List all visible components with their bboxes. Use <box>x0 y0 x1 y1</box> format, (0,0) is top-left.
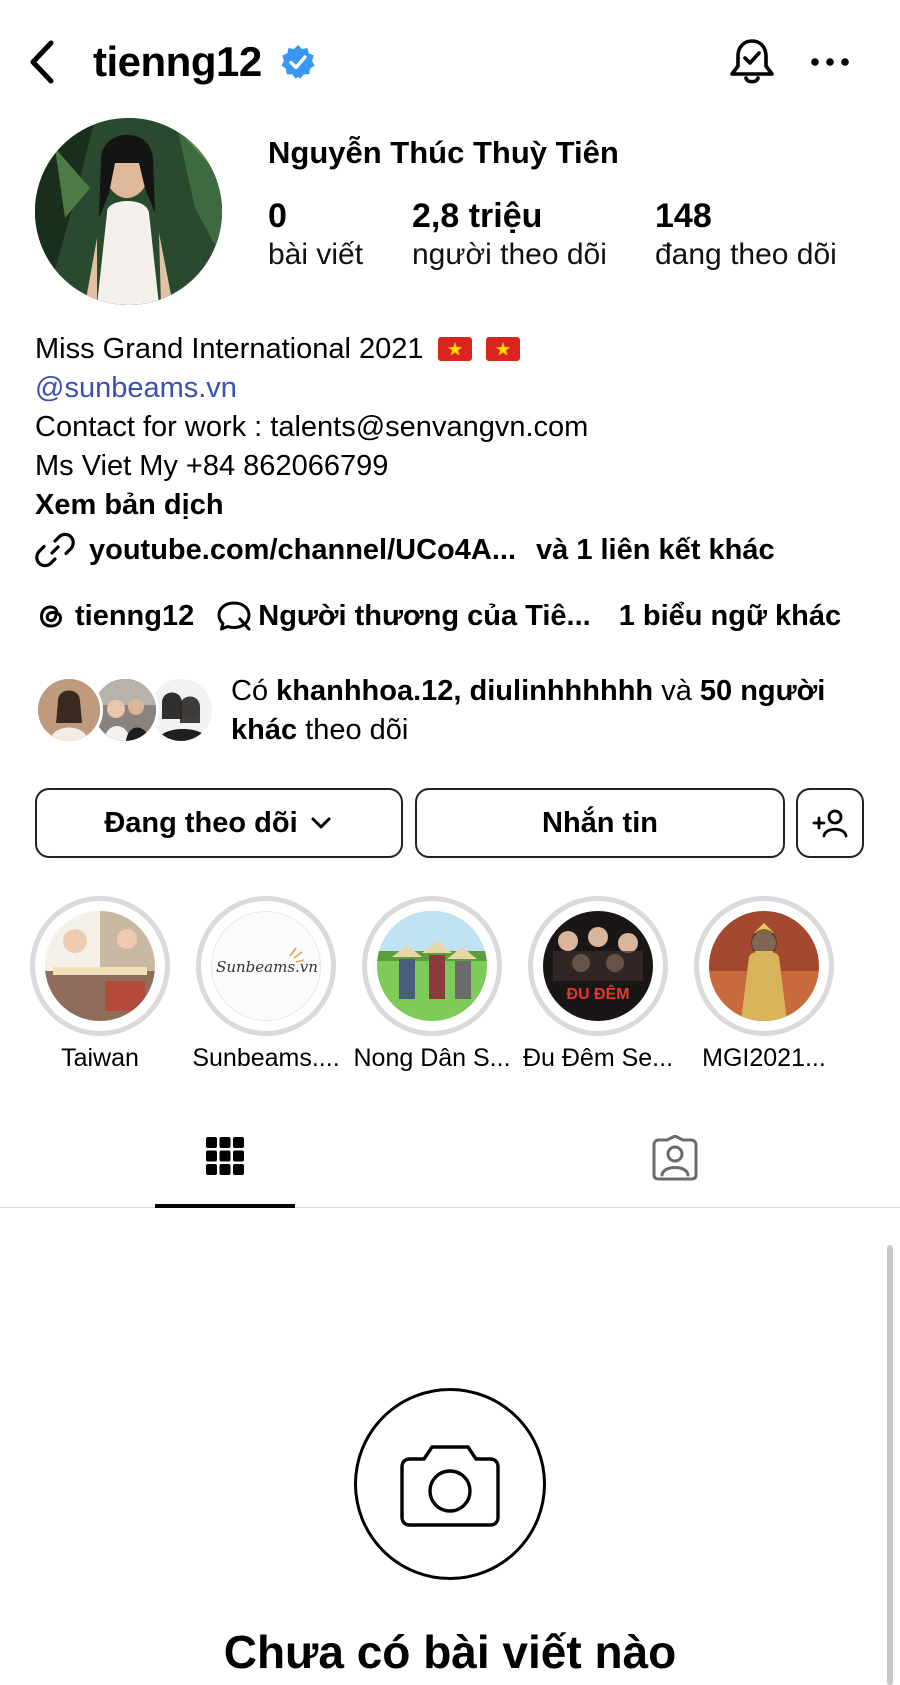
bio-phone-line: Ms Viet My +84 862066799 <box>35 450 389 482</box>
mutual-others[interactable]: khác <box>231 714 297 746</box>
stat-followers[interactable]: 2,8 triệu người theo dõi <box>412 196 607 274</box>
avatar-photo <box>35 118 222 305</box>
bio-mention-link[interactable]: @sunbeams.vn <box>35 369 875 408</box>
camera-icon <box>400 1445 500 1527</box>
stat-followers-value: 2,8 triệu <box>412 197 543 235</box>
story-highlights: Taiwan Sunbeams.vn Sunbeams.... Nong Dân… <box>0 896 900 1076</box>
highlight-ring: Sunbeams.vn <box>196 896 336 1036</box>
chat-bubble-icon <box>217 601 251 631</box>
more-dots-icon <box>811 58 849 66</box>
profile-full-name: Nguyễn Thúc Thuỳ Tiên <box>268 135 619 170</box>
chevron-down-icon <box>311 817 331 829</box>
highlight-cover <box>45 911 155 1021</box>
external-link-url[interactable]: youtube.com/channel/UCo4A... <box>89 530 516 570</box>
highlight-ring <box>30 896 170 1036</box>
profile-tabs <box>0 1108 900 1208</box>
chevron-left-icon <box>30 40 54 84</box>
bio-contact-line: Contact for work : talents@senvangvn.com <box>35 411 589 443</box>
followed-and: và <box>661 675 692 707</box>
highlight-cover <box>709 911 819 1021</box>
following-button[interactable]: Đang theo dõi <box>35 788 403 858</box>
tagged-person-icon <box>652 1135 698 1181</box>
message-button-label: Nhắn tin <box>542 806 658 839</box>
vietnam-flag-icon <box>485 337 520 361</box>
stat-followers-label: người theo dõi <box>412 238 607 271</box>
highlight-label: Đu Đêm Se... <box>522 1044 674 1072</box>
follower-avatar <box>35 676 103 744</box>
mutual-count[interactable]: 50 người <box>700 675 825 707</box>
profile-header: tienng12 <box>0 0 900 120</box>
stat-following[interactable]: 148 đang theo dõi <box>655 196 837 274</box>
bell-check-icon <box>730 39 774 84</box>
empty-state-title: Chưa có bài viết nào <box>223 1626 677 1678</box>
profile-username: tienng12 <box>93 38 262 85</box>
mutual-follower-1[interactable]: khanhhoa.12, <box>276 675 461 707</box>
stat-following-label: đang theo dõi <box>655 238 837 271</box>
tab-posts-grid[interactable] <box>155 1108 295 1208</box>
grid-icon <box>206 1137 244 1175</box>
verified-badge-icon <box>281 45 315 79</box>
highlight-ring: ĐU ĐÊM <box>528 896 668 1036</box>
more-links-text[interactable]: và 1 liên kết khác <box>536 530 775 570</box>
message-button[interactable]: Nhắn tin <box>415 788 785 858</box>
scrollbar[interactable] <box>887 1245 893 1685</box>
vietnam-flag-icon <box>437 337 472 361</box>
stat-posts-value: 0 <box>268 197 287 235</box>
mutual-follower-2[interactable]: diulinhhhhhh <box>470 675 654 707</box>
profile-badge-text[interactable]: Người thương của Tiê... <box>258 596 590 636</box>
highlight-label: Taiwan <box>61 1044 139 1072</box>
svg-text:ĐU ĐÊM: ĐU ĐÊM <box>566 984 629 1003</box>
notifications-button[interactable] <box>726 36 778 88</box>
highlight-ring <box>694 896 834 1036</box>
highlight-label: Sunbeams.... <box>192 1044 340 1072</box>
following-button-label: Đang theo dõi <box>104 806 298 839</box>
threads-logo-icon <box>39 605 63 628</box>
followed-suffix: theo dõi <box>305 714 409 746</box>
highlight-cover <box>377 911 487 1021</box>
followed-by-text: Có khanhhoa.12, diulinhhhhhh và 50 người… <box>231 672 891 750</box>
external-links-row[interactable]: youtube.com/channel/UCo4A... và 1 liên k… <box>35 530 775 570</box>
sunbeams-logo: Sunbeams.vn <box>212 912 320 1020</box>
back-button[interactable] <box>22 36 62 88</box>
camera-circle <box>354 1388 546 1580</box>
stat-posts[interactable]: 0 bài viết <box>268 196 363 274</box>
tab-tagged[interactable] <box>605 1108 745 1208</box>
highlight-ring <box>362 896 502 1036</box>
highlight-cover: ĐU ĐÊM <box>543 911 653 1021</box>
stat-following-value: 148 <box>655 197 712 235</box>
highlight-label: Nong Dân S... <box>353 1044 511 1072</box>
more-options-button[interactable] <box>808 44 852 80</box>
threads-badge-row: tienng12 Người thương của Tiê... 1 biểu … <box>35 596 841 636</box>
stat-posts-label: bài viết <box>268 238 364 271</box>
see-translation-link[interactable]: Xem bản dịch <box>35 486 875 525</box>
add-person-icon <box>812 809 848 838</box>
highlight-label: MGI2021... <box>702 1044 826 1072</box>
highlight-cover: Sunbeams.vn <box>211 911 321 1021</box>
followed-by-section[interactable]: Có khanhhoa.12, diulinhhhhhh và 50 người… <box>35 672 875 752</box>
profile-avatar[interactable] <box>35 118 222 305</box>
link-icon <box>35 532 75 568</box>
empty-posts-state: Chưa có bài viết nào <box>0 1210 900 1685</box>
profile-bio: Miss Grand International 2021 @sunbeams.… <box>35 330 875 525</box>
suggested-users-button[interactable] <box>796 788 864 858</box>
threads-handle[interactable]: tienng12 <box>75 596 194 636</box>
more-badges-text[interactable]: 1 biểu ngữ khác <box>619 596 841 636</box>
bio-line-title: Miss Grand International 2021 <box>35 330 875 369</box>
bio-title-text: Miss Grand International 2021 <box>35 333 424 365</box>
followed-prefix: Có <box>231 675 269 707</box>
